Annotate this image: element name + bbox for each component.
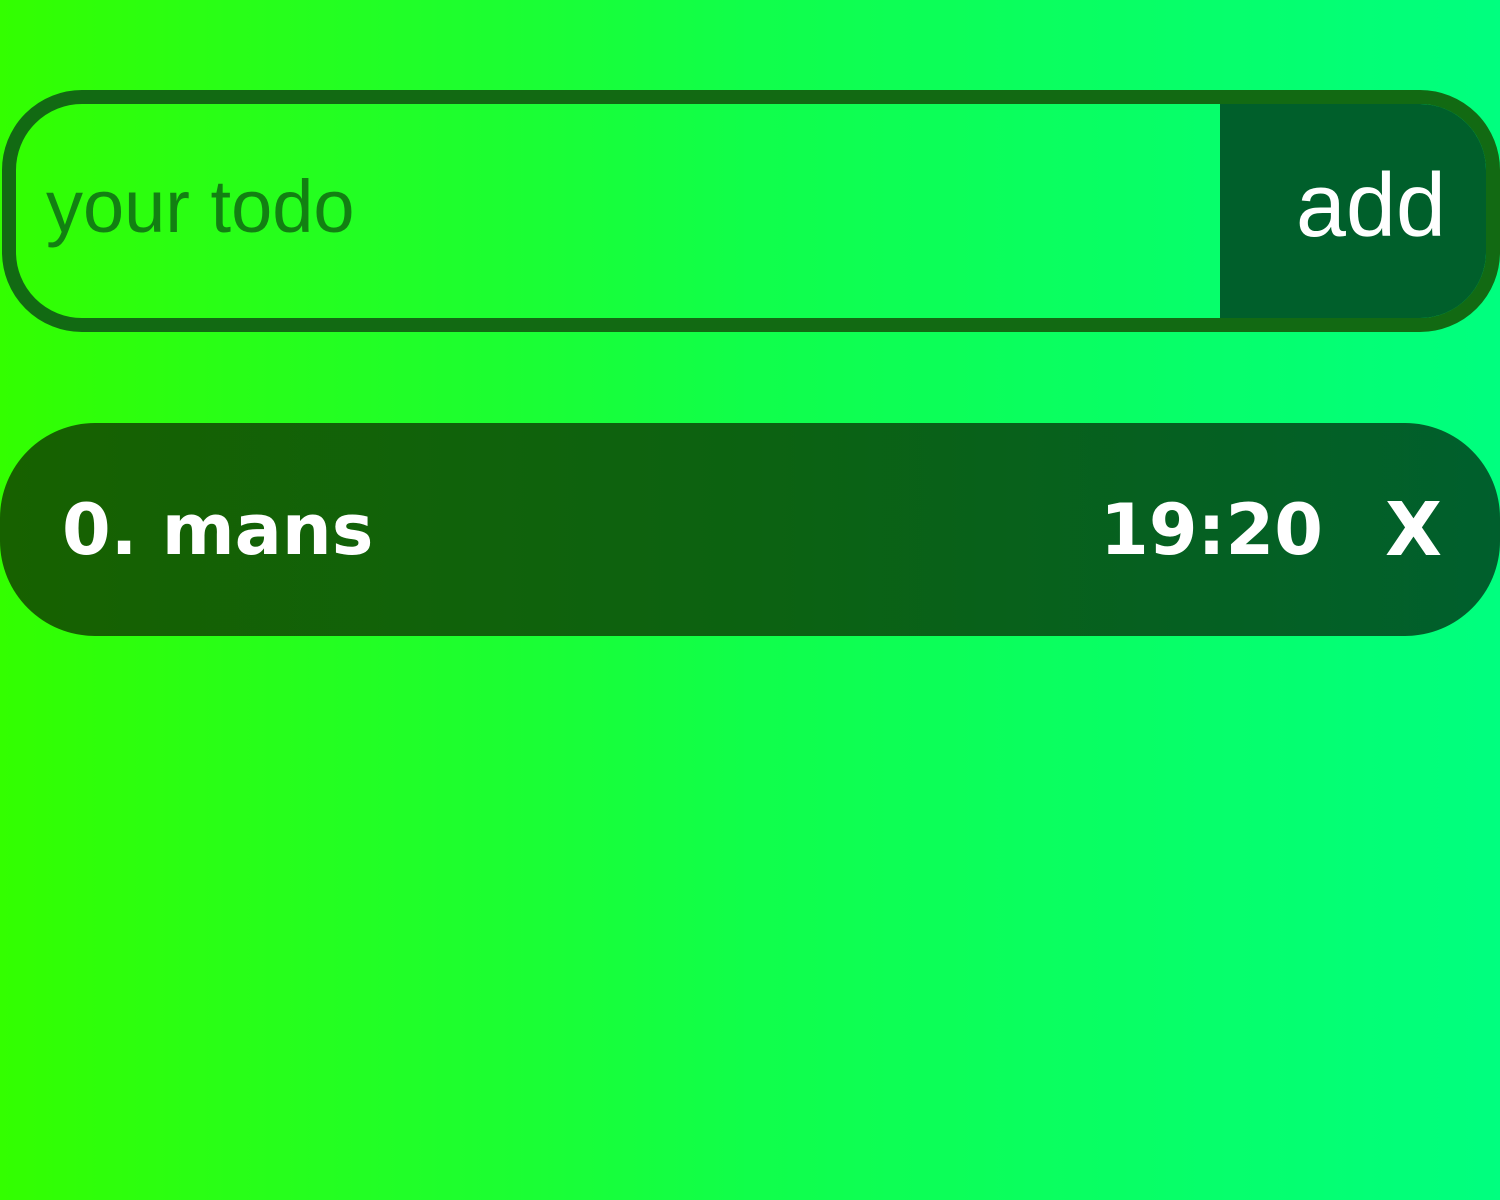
todo-text: 0. mans xyxy=(62,489,1100,571)
todo-label: mans xyxy=(161,488,374,571)
todo-form: add xyxy=(2,90,1500,332)
add-button[interactable]: add xyxy=(1220,104,1486,318)
delete-button[interactable]: X xyxy=(1385,487,1442,573)
todo-list: 0. mans 19:20 X xyxy=(0,423,1500,636)
todo-item: 0. mans 19:20 X xyxy=(0,423,1500,636)
todo-index: 0. xyxy=(62,488,138,571)
todo-time: 19:20 xyxy=(1100,488,1323,571)
todo-input[interactable] xyxy=(16,104,1220,318)
